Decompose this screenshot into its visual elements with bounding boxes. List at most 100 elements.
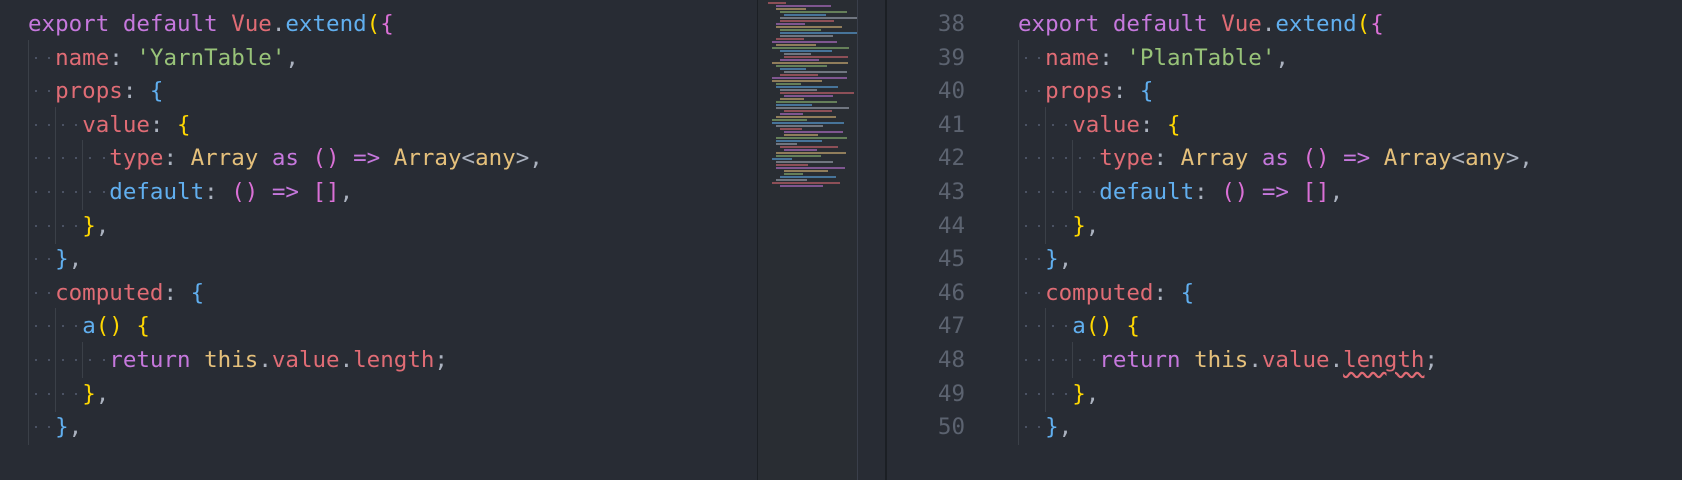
minimap-line <box>776 101 837 103</box>
line-number: 44 <box>937 212 965 239</box>
minimap-line <box>784 170 828 172</box>
code-text: a() { <box>82 308 150 344</box>
code-token: extend <box>285 11 367 37</box>
code-line[interactable]: }, <box>0 375 757 412</box>
code-token: . <box>1261 11 1276 37</box>
indent-guide <box>55 106 57 143</box>
code-token: () <box>95 313 123 340</box>
indent-guide <box>1018 342 1019 378</box>
code-token: . <box>271 11 286 37</box>
code-line[interactable]: return this.value.length; <box>0 342 757 378</box>
minimap-line <box>780 89 817 91</box>
code-line[interactable]: 38 export default Vue.extend({ <box>887 6 1682 42</box>
whitespace-dot <box>1051 224 1054 227</box>
minimap-line <box>784 134 818 136</box>
code-token: : <box>1153 279 1181 306</box>
code-token: , <box>1329 179 1344 205</box>
minimap-line <box>776 44 816 46</box>
code-text: type: Array as () => Array<any>, <box>109 140 543 176</box>
left-editor-pane[interactable]: export default Vue.extend({name: 'YarnTa… <box>0 0 757 480</box>
code-token: => <box>353 145 381 172</box>
code-line[interactable]: a() { <box>0 308 757 345</box>
code-line[interactable]: type: Array as () => Array<any>, <box>0 140 757 177</box>
code-line[interactable]: 43 default: () => [], <box>887 174 1682 210</box>
code-token: computed <box>1045 279 1154 306</box>
minimap-line <box>780 113 803 115</box>
code-token: , <box>95 212 110 239</box>
code-token: => <box>271 179 299 205</box>
code-line[interactable]: 48 return this.value.length; <box>887 342 1682 378</box>
line-number: 38 <box>937 11 965 37</box>
code-line[interactable]: props: { <box>0 73 757 110</box>
code-text: default: () => [], <box>1099 174 1343 210</box>
code-token: type <box>109 145 164 172</box>
code-line[interactable]: name: 'YarnTable', <box>0 39 757 76</box>
code-line[interactable]: computed: { <box>0 274 757 311</box>
code-token: ( <box>1356 11 1371 37</box>
code-token: computed <box>55 279 164 306</box>
code-token: < <box>461 145 476 172</box>
code-line[interactable]: }, <box>0 241 757 278</box>
whitespace-dot <box>1065 392 1068 395</box>
code-line[interactable]: 39 name: 'PlanTable', <box>887 39 1682 76</box>
minimap-line <box>776 143 797 145</box>
code-token: Array <box>190 145 259 172</box>
minimap-line <box>780 59 819 61</box>
code-line[interactable]: }, <box>0 409 757 446</box>
code-line[interactable]: default: () => [], <box>0 174 757 210</box>
minimap-line <box>780 11 847 13</box>
code-text: default: () => [], <box>109 174 353 210</box>
code-text: a() { <box>1072 308 1140 344</box>
code-token: value <box>271 347 340 373</box>
indent-guide <box>1018 308 1019 345</box>
minimap-line <box>776 83 801 85</box>
code-token: props <box>55 78 123 105</box>
whitespace-dot <box>48 224 51 227</box>
code-line[interactable]: 40 props: { <box>887 73 1682 110</box>
code-line[interactable]: 41 value: { <box>887 106 1682 143</box>
code-line[interactable]: 46 computed: { <box>887 274 1682 311</box>
indent-guide <box>1018 409 1019 446</box>
pane-divider[interactable] <box>857 0 887 480</box>
minimap[interactable] <box>757 0 858 480</box>
code-token: as <box>1261 145 1289 172</box>
indent-guide <box>1045 140 1047 177</box>
code-line[interactable]: 45}, <box>887 241 1682 278</box>
code-token: { <box>1180 279 1195 306</box>
right-editor-pane[interactable]: 38 export default Vue.extend({39 name: 'Pl… <box>887 0 1682 480</box>
code-token: props <box>1045 78 1113 105</box>
code-text: }, <box>82 208 109 244</box>
whitespace-dot <box>75 392 78 395</box>
code-token: length <box>353 347 435 373</box>
whitespace-dot <box>1038 258 1041 261</box>
code-token: : <box>163 145 191 172</box>
indent-guide <box>1018 241 1019 278</box>
code-token: : <box>1112 78 1140 105</box>
code-line[interactable]: export default Vue.extend({ <box>0 6 757 42</box>
indent-guide <box>1018 140 1019 177</box>
whitespace-dot <box>1038 426 1041 429</box>
code-token: : <box>204 179 232 205</box>
code-line[interactable]: value: { <box>0 106 757 143</box>
code-token: any <box>1465 145 1506 172</box>
code-line[interactable]: 47 a() { <box>887 308 1682 345</box>
code-line[interactable]: 50}, <box>887 409 1682 446</box>
code-line[interactable]: 49}, <box>887 375 1682 412</box>
minimap-line <box>780 176 836 178</box>
minimap-line <box>772 80 822 82</box>
minimap-line <box>776 26 842 28</box>
code-token: >, <box>1505 145 1533 172</box>
whitespace-dot <box>34 224 37 227</box>
code-line[interactable]: 42 type: Array as () => Array<any>, <box>887 140 1682 177</box>
minimap-line <box>772 47 849 49</box>
code-line[interactable]: }, <box>0 207 757 244</box>
minimap-line <box>772 119 807 121</box>
whitespace-dot <box>48 258 51 261</box>
whitespace-dot <box>1038 291 1041 294</box>
code-line[interactable]: 44}, <box>887 207 1682 244</box>
code-token: } <box>82 212 96 239</box>
code-token: ; <box>1424 347 1438 373</box>
